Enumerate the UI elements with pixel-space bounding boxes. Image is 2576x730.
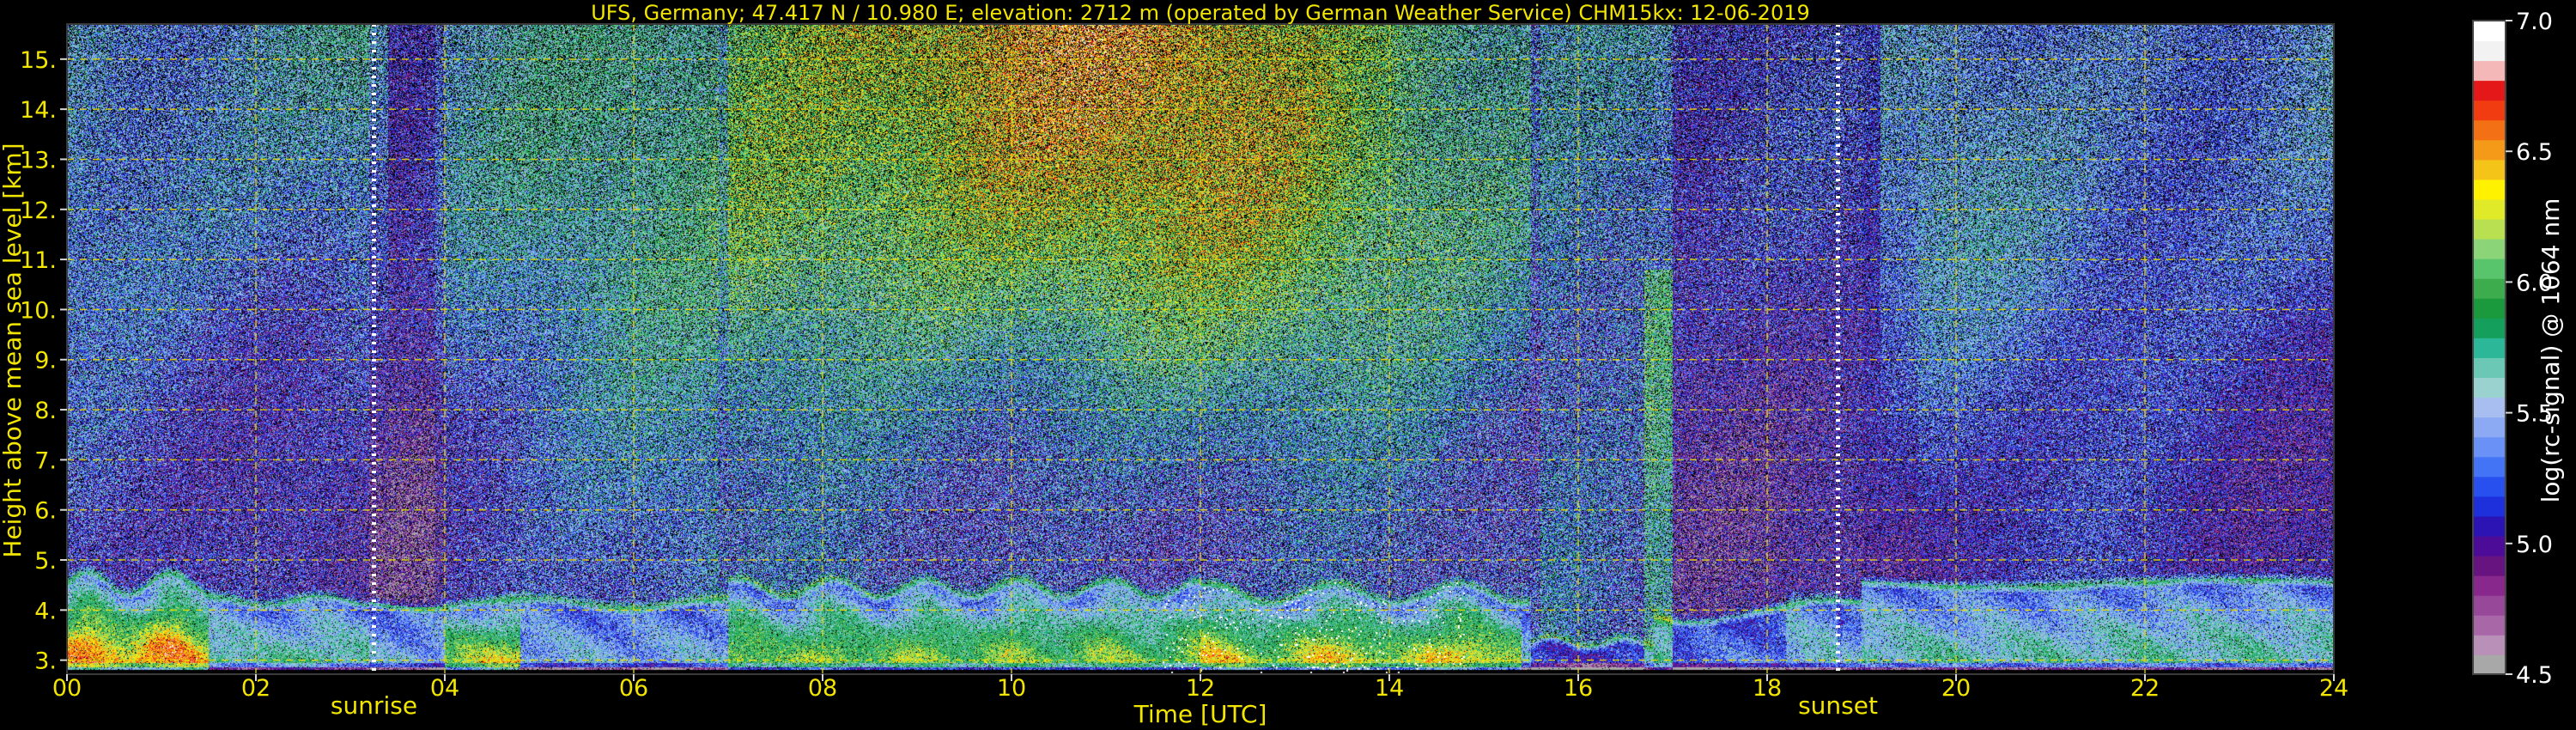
colorbar-segment-2 [2473,614,2506,636]
colorbar-tick-label-6.5: 6.5 [2516,139,2553,166]
x-tick-label-20: 20 [1941,675,1971,702]
event-labels: sunrise sunset [331,691,1878,720]
y-tick-label-9: 9. [34,348,57,374]
colorbar-tick-label-4.5: 4.5 [2516,662,2553,689]
y-tick-label-5: 5. [34,548,57,575]
colorbar-segment-20 [2473,258,2506,279]
colorbar-segment-0 [2473,654,2506,675]
colorbar-segment-15 [2473,357,2506,379]
colorbar-segment-3 [2473,594,2506,616]
colorbar-segment-12 [2473,417,2506,438]
colorbar-segment-13 [2473,397,2506,418]
colorbar-segment-28 [2473,100,2506,121]
colorbar-segment-6 [2473,535,2506,557]
colorbar-segment-18 [2473,297,2506,319]
colorbar-segment-24 [2473,179,2506,200]
x-tick-label-10: 10 [997,675,1026,702]
x-tick-label-14: 14 [1375,675,1404,702]
x-tick-label-06: 06 [619,675,648,702]
colorbar-segment-23 [2473,198,2506,220]
y-axis-ticks: 3.4.5.6.7.8.9.10.11.12.13.14.15. [20,47,67,675]
colorbar-segment-5 [2473,555,2506,576]
colorbar-segment-25 [2473,159,2506,180]
colorbar-segment-17 [2473,317,2506,338]
x-axis-label: Time [UTC] [1133,700,1267,728]
colorbar-segment-30 [2473,60,2506,82]
colorbar-segment-4 [2473,575,2506,596]
y-tick-label-4: 4. [34,598,57,624]
colorbar-segment-11 [2473,436,2506,458]
colorbar-label: log(rc-signal) @ 1064 nm [2537,198,2565,503]
colorbar-segment-32 [2473,21,2506,41]
colorbar [2472,20,2506,675]
colorbar-segment-31 [2473,40,2506,62]
x-tick-label-22: 22 [2130,675,2160,702]
y-tick-label-8: 8. [34,398,57,424]
colorbar-segment-16 [2473,337,2506,358]
colorbar-segment-29 [2473,80,2506,101]
ceilometer-chart: 00 02 04 06 08 10 12 14 16 18 20 22 24 3. 4. 5. 6. 7. 8. 9… [0,1,2565,728]
x-tick-label-04: 04 [430,675,459,702]
ceilometer-figure: 00 02 04 06 08 10 12 14 16 18 20 22 24 3. 4. 5. 6. 7. 8. 9… [0,0,2576,730]
y-axis-label: Height above mean sea level [km] [0,143,27,557]
colorbar-segment-1 [2473,634,2506,655]
colorbar-segment-7 [2473,515,2506,537]
colorbar-segment-21 [2473,238,2506,259]
sunset-label: sunset [1798,691,1878,720]
x-tick-label-02: 02 [241,675,270,702]
y-tick-label-14: 14. [20,97,57,124]
colorbar-segment-10 [2473,456,2506,478]
x-tick-label-24: 24 [2319,675,2348,702]
colorbar-segment-19 [2473,277,2506,299]
colorbar-segment-26 [2473,139,2506,161]
colorbar-tick-label-7.0: 7.0 [2516,9,2553,35]
colorbar-segment-27 [2473,119,2506,141]
y-tick-label-6: 6. [34,498,57,525]
colorbar-tick-label-5.0: 5.0 [2516,532,2553,558]
x-tick-label-08: 08 [808,675,837,702]
colorbar-segment-8 [2473,496,2506,517]
x-tick-label-00: 00 [52,675,82,702]
x-tick-label-18: 18 [1753,675,1782,702]
y-tick-label-7: 7. [34,447,57,474]
x-tick-label-16: 16 [1564,675,1593,702]
colorbar-segment-9 [2473,476,2506,497]
y-tick-label-15: 15. [20,47,57,74]
sunrise-label: sunrise [331,691,417,720]
chart-title: UFS, Germany; 47.417 N / 10.980 E; eleva… [591,1,1810,25]
x-tick-label-12: 12 [1186,675,1215,702]
y-tick-label-3: 3. [34,648,57,675]
colorbar-segment-14 [2473,377,2506,398]
colorbar-segment-22 [2473,218,2506,240]
